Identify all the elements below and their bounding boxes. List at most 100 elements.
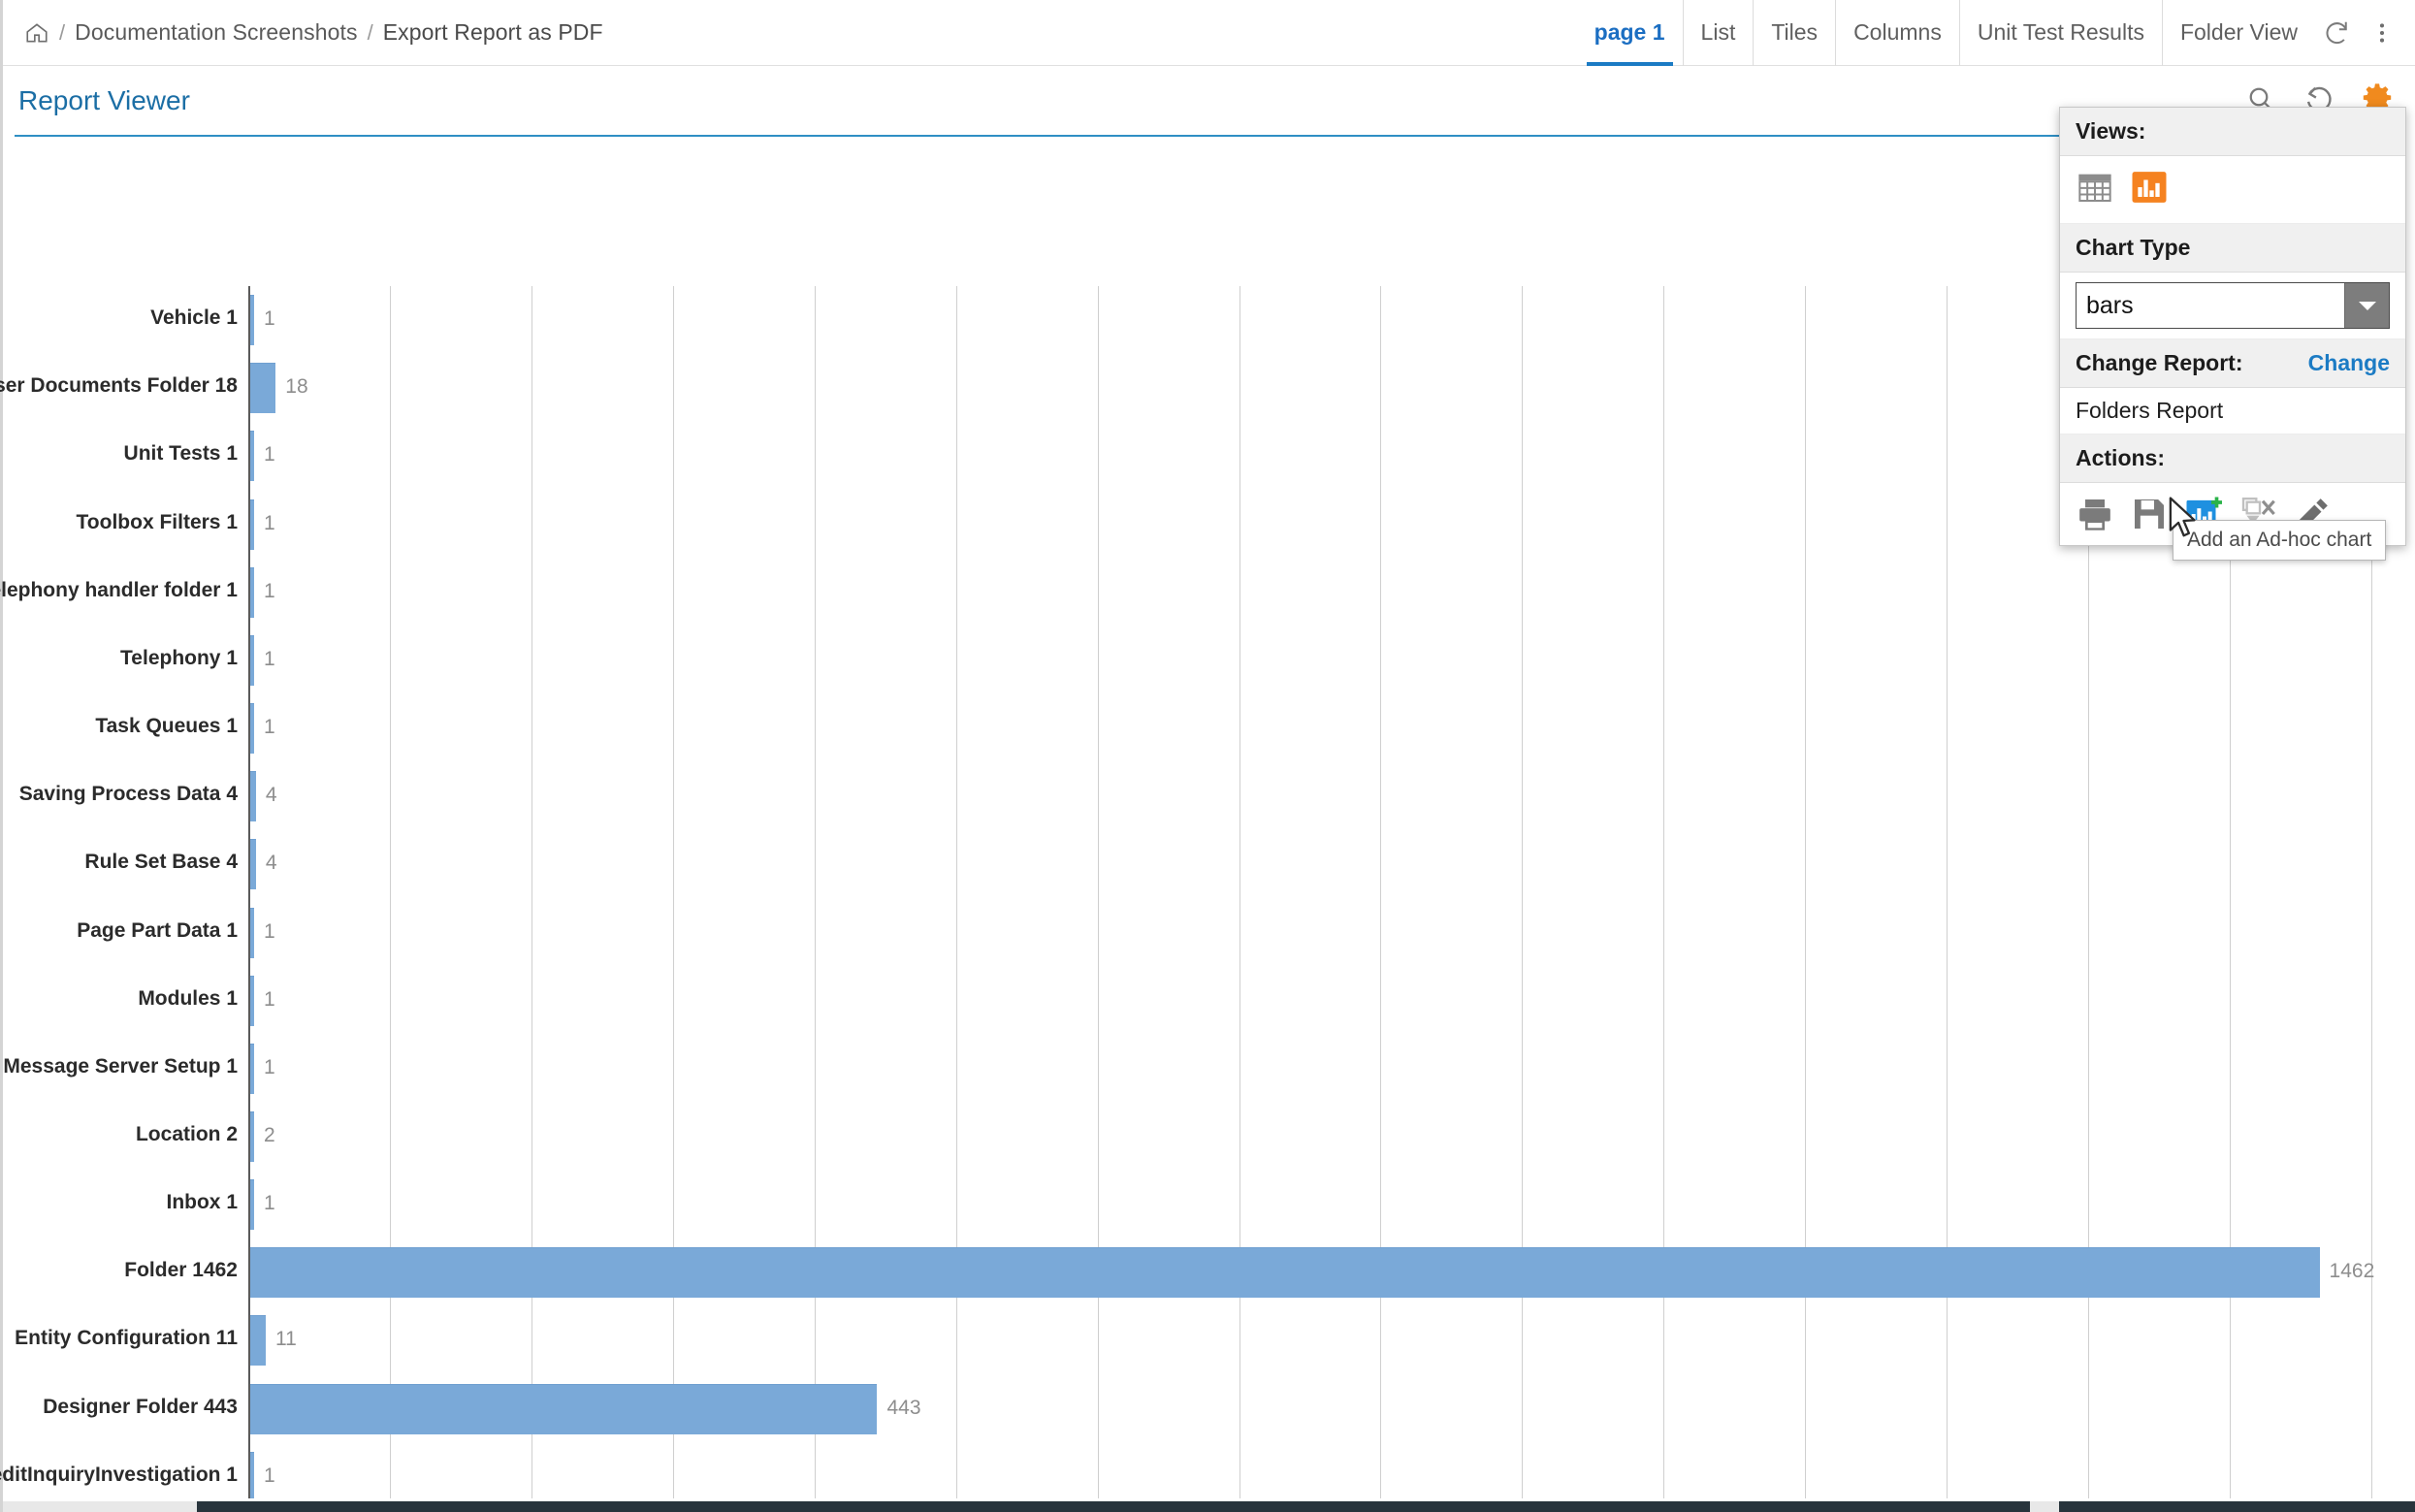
chart-bar[interactable] (250, 499, 254, 550)
views-section-body (2060, 156, 2405, 224)
chart-bar[interactable] (250, 907, 254, 958)
chart-bar[interactable] (250, 363, 276, 414)
chart-category-label: Inbox 1 (166, 1191, 238, 1214)
gridline (1663, 286, 1665, 1512)
report-viewer-header: Report Viewer (3, 66, 2415, 136)
chart-bar-value: 1 (264, 647, 275, 670)
tab-page-1[interactable]: page 1 (1577, 0, 1684, 66)
chart-bar[interactable] (250, 566, 254, 618)
chart-bar[interactable] (250, 1110, 254, 1162)
tab-tiles[interactable]: Tiles (1754, 0, 1837, 66)
chart-bar-value: 1 (264, 1192, 275, 1215)
chart-category-label: Unit Tests 1 (123, 442, 238, 466)
chart-category-label: Designer Folder 443 (43, 1395, 238, 1418)
chart-bar-value: 1462 (2329, 1260, 2375, 1283)
chart-bar[interactable] (250, 771, 256, 822)
header-underline (15, 135, 2406, 137)
change-report-link[interactable]: Change (2308, 350, 2390, 376)
print-icon[interactable] (2076, 495, 2114, 533)
chart-type-section-header: Chart Type (2060, 224, 2405, 273)
chart-bar-value: 1 (264, 987, 275, 1011)
chart-bar-value: 1 (264, 919, 275, 943)
chart-bar-value: 1 (264, 443, 275, 466)
breadcrumb-separator-1: / (59, 19, 66, 45)
gridline (1380, 286, 1382, 1512)
views-section-header: Views: (2060, 108, 2405, 156)
chart-view-icon[interactable] (2130, 168, 2169, 211)
chart-category-label: Telephony handler folder 1 (0, 578, 238, 601)
gridline (1097, 286, 1099, 1512)
tab-folder-view[interactable]: Folder View (2163, 0, 2315, 66)
tab-tiles-label: Tiles (1771, 19, 1819, 45)
home-icon[interactable] (24, 20, 49, 46)
chart-bar[interactable] (250, 431, 254, 482)
scrollbar-thumb-secondary[interactable] (2059, 1501, 2415, 1512)
chart-bar-value: 1 (264, 511, 275, 534)
chart-category-label: Toolbox Filters 1 (76, 510, 238, 533)
chart-type-value: bars (2086, 291, 2134, 319)
chart-bar[interactable] (250, 295, 254, 346)
chart-category-label: Saving Process Data 4 (18, 783, 238, 806)
top-tab-list: page 1 List Tiles Columns Unit Test Resu… (1577, 0, 2415, 66)
chart-bar[interactable] (250, 1451, 254, 1502)
chart-category-label: Rule Set Base 4 (84, 851, 238, 874)
gridline (389, 286, 391, 1512)
tab-columns-label: Columns (1853, 19, 1942, 45)
breadcrumb-separator-2: / (367, 19, 373, 45)
more-vertical-icon[interactable] (2360, 0, 2404, 66)
chart-category-label: Message Server Setup 1 (3, 1054, 238, 1078)
actions-label: Actions: (2076, 445, 2165, 470)
chart-bar[interactable] (250, 1315, 267, 1367)
horizontal-scrollbar[interactable] (3, 1498, 2415, 1512)
gridline (1947, 286, 1948, 1512)
tab-list[interactable]: List (1684, 0, 1755, 66)
breadcrumb: / Documentation Screenshots / Export Rep… (3, 19, 603, 46)
chart-bar[interactable] (250, 1247, 2320, 1299)
tab-folder-view-label: Folder View (2179, 19, 2298, 45)
actions-section-header: Actions: (2060, 434, 2405, 483)
chart-category-label: Location 2 (135, 1122, 238, 1145)
chart-category-label: Page Part Data 1 (77, 918, 238, 942)
chart-type-select[interactable]: bars (2076, 282, 2390, 329)
chart-bar-value: 11 (275, 1328, 297, 1351)
chart-category-label: User Documents Folder 18 (0, 374, 238, 398)
gridline (672, 286, 674, 1512)
tooltip: Add an Ad-hoc chart (2173, 520, 2387, 561)
tab-unit-test-results[interactable]: Unit Test Results (1960, 0, 2163, 66)
gridline (1805, 286, 1807, 1512)
chart-category-label: Telephony 1 (120, 646, 238, 669)
chart-bar[interactable] (250, 1179, 254, 1231)
chart-bar-value: 4 (265, 784, 277, 807)
chart-bar-value: 1 (264, 579, 275, 602)
chart-bar-value: 1 (264, 716, 275, 739)
chart-type-label: Chart Type (2076, 235, 2191, 260)
chart-category-label: Vehicle 1 (150, 306, 238, 330)
tab-list-label: List (1700, 19, 1736, 45)
chart-bar-value: 443 (886, 1396, 921, 1419)
chart-settings-panel: Views: Chart Type bars Change Report: Ch… (2059, 107, 2406, 546)
chart-bar-value: 1 (264, 1464, 275, 1487)
chart-bar-value: 4 (265, 852, 277, 875)
chart-bar[interactable] (250, 975, 254, 1026)
change-report-section-header: Change Report: Change (2060, 339, 2405, 388)
chart-bar[interactable] (250, 1043, 254, 1094)
scrollbar-thumb[interactable] (197, 1501, 2030, 1512)
gridline (955, 286, 957, 1512)
chevron-down-icon[interactable] (2344, 283, 2389, 328)
save-icon[interactable] (2130, 495, 2169, 533)
table-view-icon[interactable] (2076, 168, 2114, 211)
breadcrumb-item-0[interactable]: Documentation Screenshots (75, 19, 357, 46)
chart-bar-value: 18 (285, 375, 308, 399)
current-report-name: Folders Report (2076, 398, 2224, 423)
chart-category-label: Folder 1462 (124, 1259, 238, 1282)
tab-page-1-label: page 1 (1594, 19, 1665, 45)
chart-bar-value: 1 (264, 1055, 275, 1078)
refresh-icon[interactable] (2315, 0, 2360, 66)
chart-bar[interactable] (250, 703, 254, 755)
chart-bar[interactable] (250, 839, 256, 890)
breadcrumb-item-1[interactable]: Export Report as PDF (383, 19, 603, 46)
tab-columns[interactable]: Columns (1836, 0, 1960, 66)
chart-bar-value: 1 (264, 307, 275, 331)
chart-bar[interactable] (250, 634, 254, 686)
chart-bar[interactable] (250, 1383, 878, 1434)
